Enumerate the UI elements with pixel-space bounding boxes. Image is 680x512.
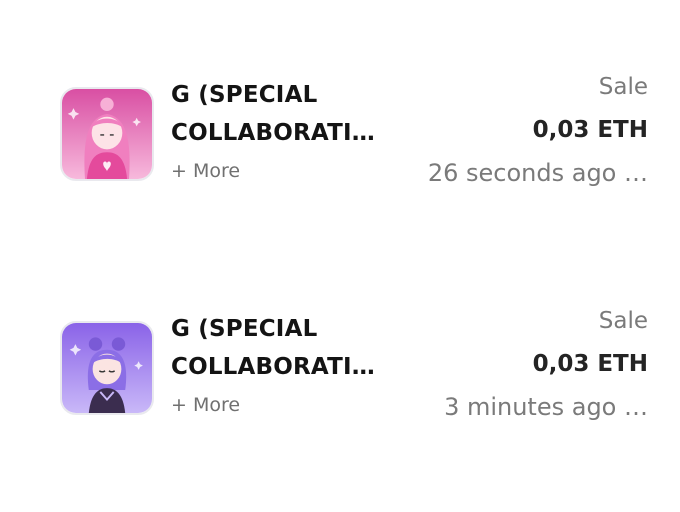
nft-title-line1: G (SPECIAL [171,316,318,342]
activity-row[interactable]: G (SPECIAL COLLABORATI… + More Sale 0,03… [0,70,680,190]
more-button[interactable]: + More [171,394,240,416]
pink-avatar-nft-icon [62,89,152,179]
purple-avatar-nft-icon [62,323,152,413]
activity-row[interactable]: G (SPECIAL COLLABORATI… + More Sale 0,03… [0,304,680,424]
nft-thumbnail[interactable] [60,87,154,181]
nft-title-line1: G (SPECIAL [171,82,318,108]
nft-title[interactable]: G (SPECIAL COLLABORATI… [171,76,381,152]
nft-thumbnail[interactable] [60,321,154,415]
more-button[interactable]: + More [171,160,240,182]
event-type: Sale [598,74,648,100]
activity-list: G (SPECIAL COLLABORATI… + More Sale 0,03… [0,0,680,512]
timestamp[interactable]: 3 minutes ago … [444,393,648,421]
event-type: Sale [598,308,648,334]
nft-title-line2: COLLABORATI… [171,354,375,380]
price: 0,03 ETH [532,351,648,377]
timestamp[interactable]: 26 seconds ago … [428,159,648,187]
nft-title[interactable]: G (SPECIAL COLLABORATI… [171,310,381,386]
nft-title-line2: COLLABORATI… [171,120,375,146]
price: 0,03 ETH [532,117,648,143]
